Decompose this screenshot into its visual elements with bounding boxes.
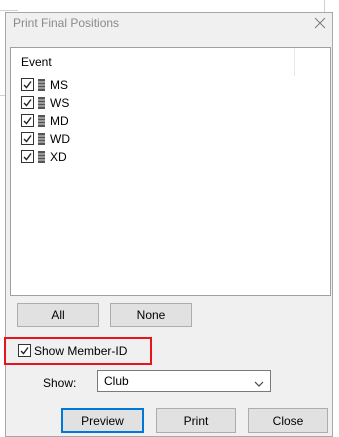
list-item[interactable]: WD bbox=[21, 131, 111, 147]
list-item[interactable]: MS bbox=[21, 77, 111, 93]
event-label: WS bbox=[50, 96, 70, 110]
all-button[interactable]: All bbox=[17, 303, 99, 327]
show-dropdown-value: Club bbox=[104, 374, 129, 388]
chevron-down-icon bbox=[254, 377, 264, 387]
show-label: Show: bbox=[43, 376, 77, 390]
list-item[interactable]: WS bbox=[21, 95, 111, 111]
close-button[interactable]: Close bbox=[248, 408, 328, 433]
none-button[interactable]: None bbox=[110, 303, 192, 327]
check-icon bbox=[23, 117, 32, 125]
show-member-id-label: Show Member-ID bbox=[34, 344, 128, 358]
event-label: WD bbox=[50, 132, 70, 146]
checkbox[interactable] bbox=[21, 114, 34, 127]
list-item[interactable]: MD bbox=[21, 113, 111, 129]
event-label: MS bbox=[50, 78, 68, 92]
checkbox[interactable] bbox=[21, 150, 34, 163]
checkbox[interactable] bbox=[21, 132, 34, 145]
database-icon bbox=[38, 79, 45, 91]
check-icon bbox=[20, 347, 29, 355]
check-icon bbox=[23, 135, 32, 143]
show-member-id-checkbox[interactable] bbox=[18, 344, 31, 357]
database-icon bbox=[38, 151, 45, 163]
print-button[interactable]: Print bbox=[156, 408, 236, 433]
database-icon bbox=[38, 133, 45, 145]
background-line bbox=[0, 10, 18, 11]
event-label: XD bbox=[50, 150, 67, 164]
check-icon bbox=[23, 153, 32, 161]
column-divider bbox=[294, 48, 295, 76]
checkbox[interactable] bbox=[21, 96, 34, 109]
database-icon bbox=[38, 115, 45, 127]
event-column-header: Event bbox=[21, 55, 52, 69]
check-icon bbox=[23, 81, 32, 89]
list-item[interactable]: XD bbox=[21, 149, 111, 165]
event-label: MD bbox=[50, 114, 69, 128]
show-dropdown[interactable]: Club bbox=[97, 370, 271, 392]
preview-button[interactable]: Preview bbox=[61, 408, 144, 433]
close-icon[interactable] bbox=[309, 12, 331, 34]
dialog-title: Print Final Positions bbox=[13, 16, 120, 30]
check-icon bbox=[23, 99, 32, 107]
database-icon bbox=[38, 97, 45, 109]
checkbox[interactable] bbox=[21, 78, 34, 91]
